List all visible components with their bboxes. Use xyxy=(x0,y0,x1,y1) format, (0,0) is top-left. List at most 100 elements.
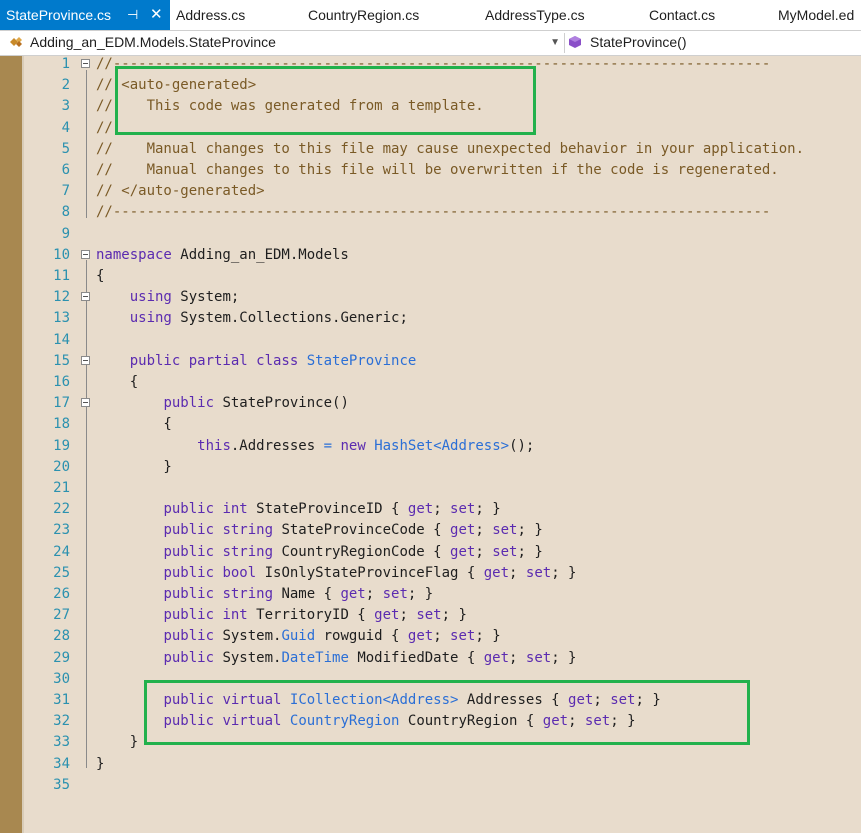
class-icon xyxy=(10,37,22,47)
line-number: 27 xyxy=(53,607,70,624)
type-scope-label: Adding_an_EDM.Models.StateProvince xyxy=(30,34,276,50)
collapse-icon[interactable] xyxy=(81,292,90,302)
code-text: public string CountryRegionCode { get; s… xyxy=(96,542,542,563)
keyword-token: set xyxy=(450,628,476,645)
code-line[interactable]: 14 xyxy=(0,330,861,351)
code-line[interactable]: 12 using System; xyxy=(0,287,861,308)
code-text: public System.Guid rowguid { get; set; } xyxy=(96,626,500,647)
code-line[interactable]: 21 xyxy=(0,478,861,499)
code-line[interactable]: 35 xyxy=(0,775,861,796)
code-token: { xyxy=(96,268,105,284)
keyword-token: get xyxy=(407,501,434,518)
code-text: // xyxy=(96,118,113,139)
code-line[interactable]: 17 public StateProvince() xyxy=(0,393,861,414)
line-number: 21 xyxy=(53,480,70,496)
code-line[interactable]: 29 public System.DateTime ModifiedDate {… xyxy=(0,648,861,669)
close-icon[interactable]: ✕ xyxy=(150,0,163,30)
code-line[interactable]: 23 public string StateProvinceCode { get… xyxy=(0,520,861,541)
code-token: TerritoryID { xyxy=(247,607,375,624)
code-line[interactable]: 7 // </auto-generated> xyxy=(0,181,861,202)
keyword-token: get xyxy=(483,564,510,581)
code-line[interactable]: 34} xyxy=(0,754,861,775)
code-token: ; xyxy=(509,564,526,581)
comment-token: // </auto-generated> xyxy=(96,183,265,200)
tab-stateprovince-cs[interactable]: StateProvince.cs ⊣ ✕ xyxy=(0,0,170,30)
comment-token: // Manual changes to this file may cause… xyxy=(96,140,805,157)
type-scope-dropdown[interactable]: Adding_an_EDM.Models.StateProvince ▼ xyxy=(2,33,562,53)
tab-address-cs[interactable]: Address.cs xyxy=(176,0,245,30)
tab-addresstype-cs[interactable]: AddressType.cs xyxy=(485,0,585,30)
tab-label: StateProvince.cs xyxy=(6,7,112,23)
code-token: } xyxy=(96,755,105,772)
tab-countryregion-cs[interactable]: CountryRegion.cs xyxy=(308,0,419,30)
code-line[interactable]: 20 } xyxy=(0,457,861,478)
collapse-icon[interactable] xyxy=(81,398,90,408)
line-number: 29 xyxy=(53,649,70,666)
code-text: } xyxy=(96,754,104,775)
code-line[interactable]: 27 public int TerritoryID { get; set; } xyxy=(0,605,861,626)
code-line[interactable]: 18 { xyxy=(0,414,861,435)
keyword-token: get xyxy=(374,607,400,624)
line-number: 34 xyxy=(53,755,70,772)
line-number: 12 xyxy=(53,289,70,306)
code-line[interactable]: 8 //-------------------------------------… xyxy=(0,202,861,223)
code-line[interactable]: 9 xyxy=(0,224,861,245)
pin-icon[interactable]: ⊣ xyxy=(127,0,138,30)
code-text: using System.Collections.Generic; xyxy=(96,308,408,329)
code-token: IsOnlyStateProvinceFlag { xyxy=(256,564,484,581)
code-line[interactable]: 28 public System.Guid rowguid { get; set… xyxy=(0,626,861,647)
collapse-icon[interactable] xyxy=(81,249,90,259)
code-line[interactable]: 19 this.Addresses = new HashSet<Address>… xyxy=(0,436,861,457)
code-text: public string Name { get; set; } xyxy=(96,584,433,605)
code-line[interactable]: 10 namespace Adding_an_EDM.Models xyxy=(0,245,861,266)
code-line[interactable]: 25 public bool IsOnlyStateProvinceFlag {… xyxy=(0,563,861,584)
code-text: public int TerritoryID { get; set; } xyxy=(96,605,466,626)
tab-contact-cs[interactable]: Contact.cs xyxy=(649,0,715,30)
code-text: { xyxy=(96,414,171,435)
code-editor[interactable]: 1 //-------------------------------------… xyxy=(0,56,861,833)
code-text: public int StateProvinceID { get; set; } xyxy=(96,499,500,520)
line-number: 2 xyxy=(61,77,70,94)
keyword-token: get xyxy=(450,522,476,539)
keyword-token: public int xyxy=(163,501,248,518)
keyword-token: set xyxy=(416,607,442,624)
code-line[interactable]: 11 { xyxy=(0,266,861,287)
divider xyxy=(564,33,565,53)
code-line[interactable]: 5 // Manual changes to this file may caus… xyxy=(0,139,861,160)
code-line[interactable]: 22 public int StateProvinceID { get; set… xyxy=(0,499,861,520)
collapse-icon[interactable] xyxy=(81,59,90,68)
code-text: public bool IsOnlyStateProvinceFlag { ge… xyxy=(96,563,576,584)
code-token: ; xyxy=(475,543,493,560)
code-token: .Addresses xyxy=(230,437,324,454)
tab-mymodel-edmx[interactable]: MyModel.ed xyxy=(778,0,854,30)
code-text: } xyxy=(96,732,138,753)
line-number: 20 xyxy=(53,458,70,475)
code-token: StateProvinceCode { xyxy=(273,522,451,539)
collapse-icon[interactable] xyxy=(81,355,90,365)
member-scope-dropdown[interactable]: StateProvince() xyxy=(568,33,858,53)
code-text: namespace Adding_an_EDM.Models xyxy=(96,245,349,266)
line-number: 11 xyxy=(53,268,70,284)
navigation-bar: Adding_an_EDM.Models.StateProvince ▼ Sta… xyxy=(0,31,861,56)
line-number: 25 xyxy=(53,564,70,581)
code-line[interactable]: 6 // Manual changes to this file will be … xyxy=(0,160,861,181)
keyword-token: public partial class xyxy=(129,352,299,369)
code-line[interactable]: 16 { xyxy=(0,372,861,393)
code-text: // </auto-generated> xyxy=(96,181,265,202)
document-tab-strip: StateProvince.cs ⊣ ✕ Address.cs CountryR… xyxy=(0,0,861,31)
code-text: { xyxy=(96,266,104,287)
code-line[interactable]: 13 using System.Collections.Generic; xyxy=(0,308,861,329)
line-number: 35 xyxy=(53,776,70,793)
code-token: Adding_an_EDM.Models xyxy=(171,246,349,263)
code-line[interactable]: 24 public string CountryRegionCode { get… xyxy=(0,542,861,563)
code-line[interactable]: 26 public string Name { get; set; } xyxy=(0,584,861,605)
code-text: public System.DateTime ModifiedDate { ge… xyxy=(96,648,576,669)
line-number: 3 xyxy=(61,98,70,115)
code-token: ; } xyxy=(517,522,543,539)
code-text: { xyxy=(96,372,138,393)
keyword-token: public string xyxy=(163,543,274,560)
code-line[interactable]: 15 public partial class StateProvince xyxy=(0,351,861,372)
